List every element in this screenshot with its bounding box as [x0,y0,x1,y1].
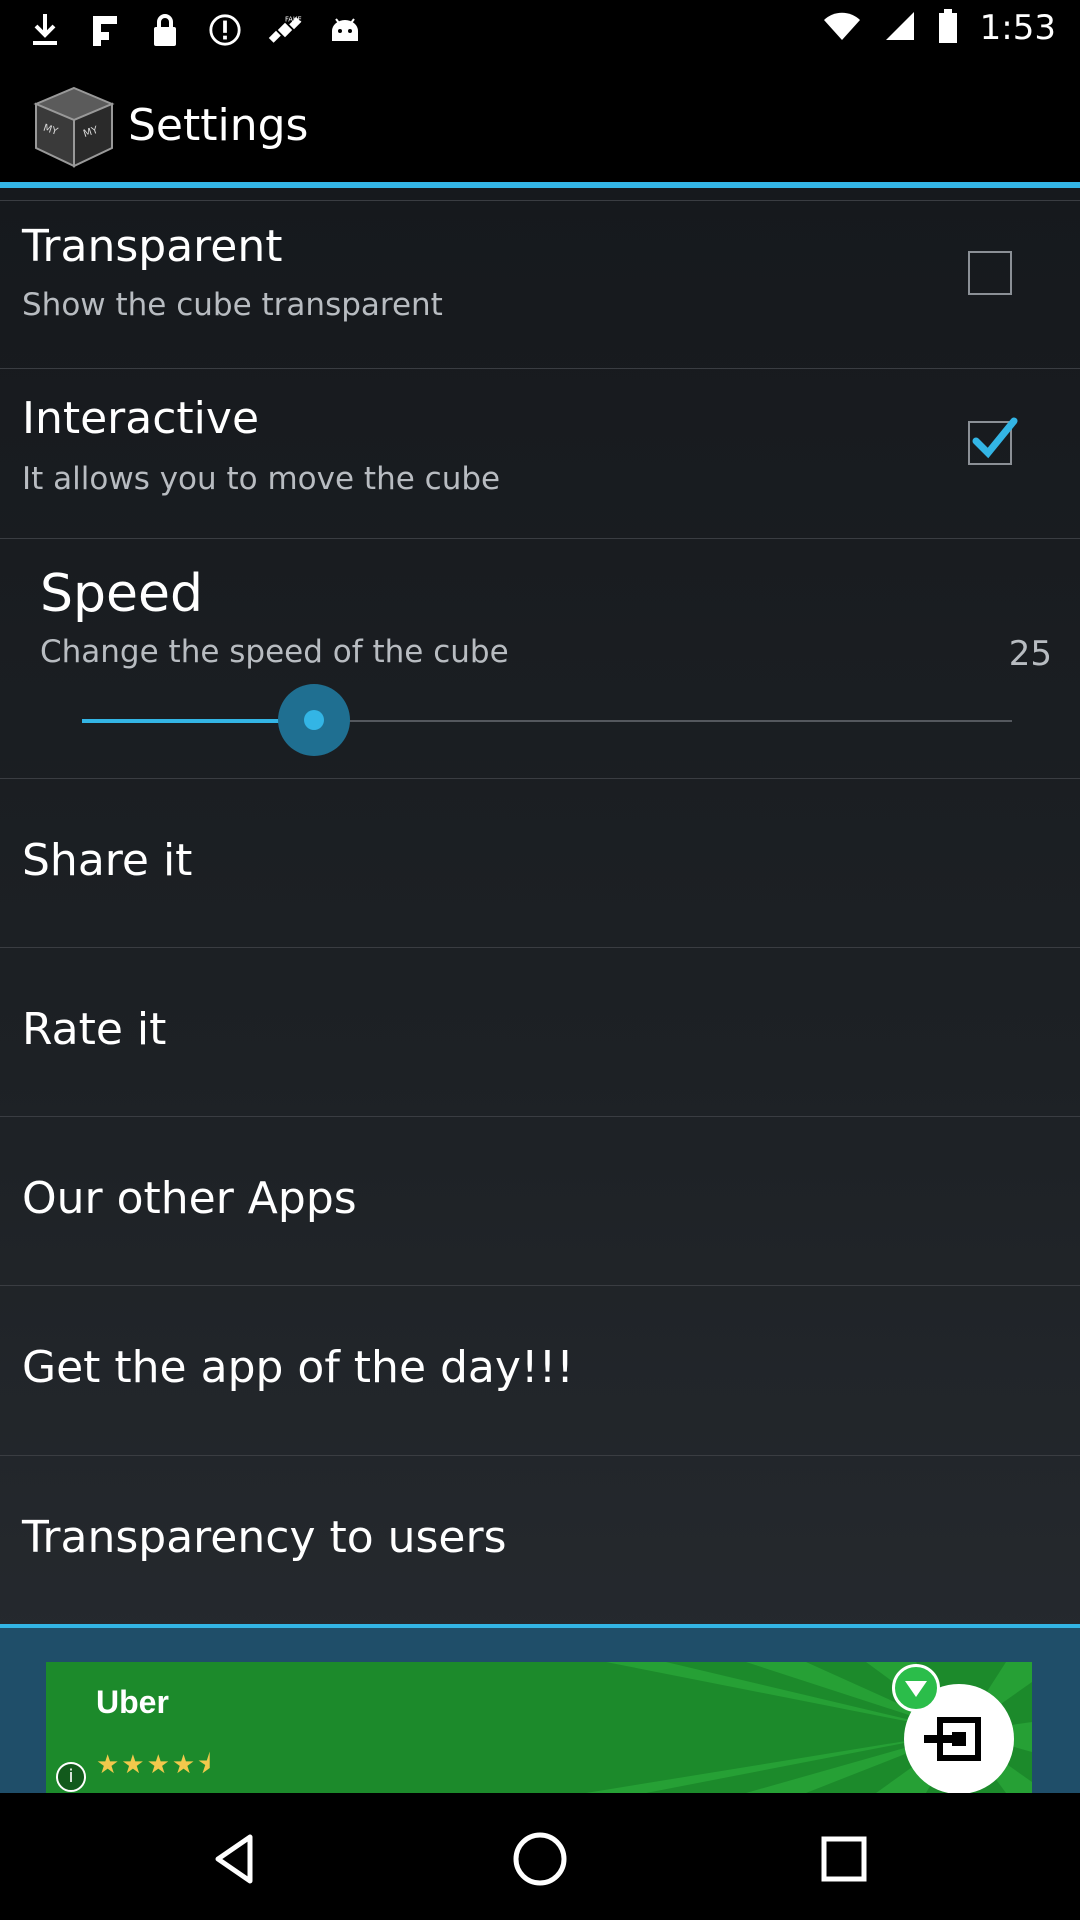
page-title: Settings [128,100,309,151]
download-icon [28,10,62,50]
svg-text:FAKE: FAKE [285,16,302,24]
wifi-icon [822,10,862,46]
fake-gps-icon: FAKE [268,10,302,50]
pref-transparency[interactable]: Transparency to users [0,1456,1080,1624]
pref-speed: Speed Change the speed of the cube 25 [0,188,1080,778]
status-bar: FAKE 1:53 [0,0,1080,62]
ad-download-icon[interactable] [892,1664,940,1712]
action-bar: MY MY Settings [0,62,1080,182]
pref-summary: Change the speed of the cube [40,634,509,670]
pref-app-of-day[interactable]: Get the app of the day!!! [0,1286,1080,1455]
navigation-bar [0,1793,1080,1920]
ad-rating-stars: ★★★★⯨ [96,1750,214,1780]
pref-title: Speed [40,564,204,624]
speed-value: 25 [1008,634,1052,674]
speed-slider-thumb[interactable] [304,710,324,730]
ad-banner[interactable]: Uber ★★★★⯨ i [46,1662,1032,1793]
battery-icon [938,9,958,47]
home-icon[interactable] [500,1819,580,1899]
pref-title: Get the app of the day!!! [22,1342,574,1393]
ad-app-name: Uber [96,1684,169,1720]
pref-share[interactable]: Share it [0,779,1080,947]
pref-rate[interactable]: Rate it [0,948,1080,1116]
pref-title: Share it [22,835,193,886]
android-icon [328,10,362,50]
back-icon[interactable] [196,1819,276,1899]
signal-icon [884,10,916,46]
pref-title: Transparency to users [22,1512,507,1563]
ad-info-icon[interactable]: i [56,1762,86,1792]
recent-apps-icon[interactable] [804,1819,884,1899]
pref-title: Rate it [22,1004,167,1055]
alert-icon [208,10,242,50]
lock-icon [148,10,182,50]
settings-list: Transparent Show the cube transparent In… [0,188,1080,1793]
pref-other-apps[interactable]: Our other Apps [0,1117,1080,1285]
cube-logo-icon[interactable]: MY MY [30,82,118,170]
clock: 1:53 [979,8,1056,48]
flipboard-icon [88,10,122,50]
pref-title: Our other Apps [22,1173,357,1224]
